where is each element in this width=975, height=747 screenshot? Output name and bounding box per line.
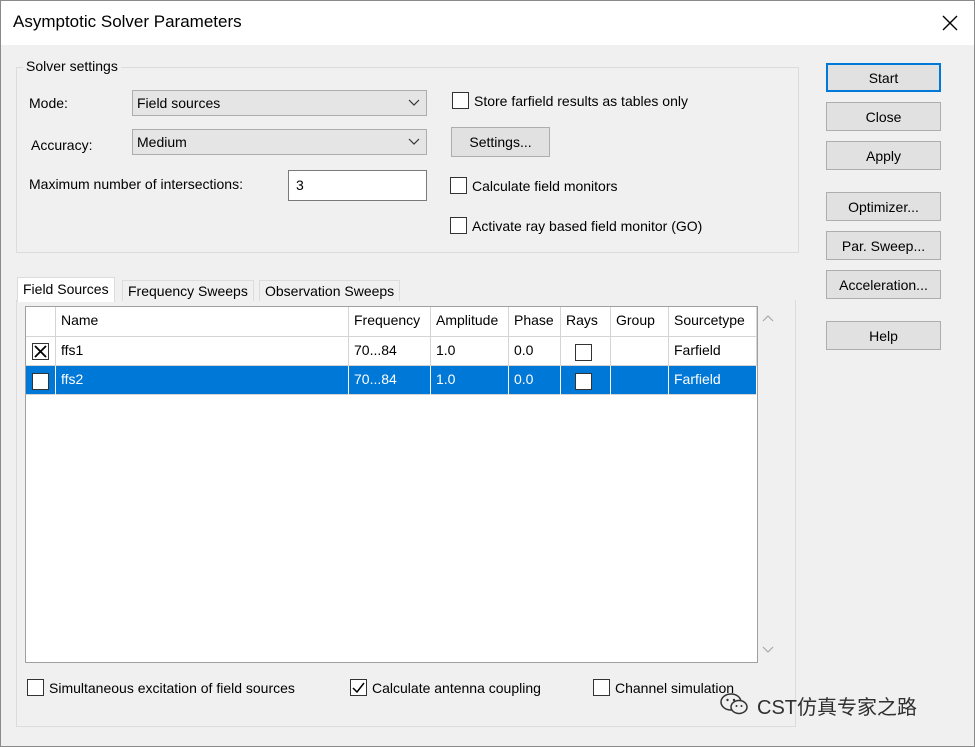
row-phase-cell[interactable]: 0.0: [509, 366, 561, 395]
chevron-down-icon: [408, 138, 420, 145]
column-header-rays[interactable]: Rays: [561, 307, 611, 337]
row-enabled-checkbox[interactable]: [32, 343, 49, 360]
row-rays-checkbox[interactable]: [575, 373, 592, 390]
store-farfield-checkbox[interactable]: [452, 92, 469, 109]
calc-field-monitors-label: Calculate field monitors: [472, 178, 618, 194]
column-header-frequency[interactable]: Frequency: [349, 307, 431, 337]
max-intersections-value: 3: [296, 177, 304, 193]
watermark-text: CST仿真专家之路: [757, 697, 917, 719]
checkbox-x-icon: [34, 345, 47, 358]
tab-frequency-sweeps[interactable]: Frequency Sweeps: [122, 280, 254, 301]
accuracy-label: Accuracy:: [31, 137, 93, 153]
calc-field-monitors-checkbox[interactable]: [450, 177, 467, 194]
simultaneous-excitation-label: Simultaneous excitation of field sources: [49, 680, 295, 696]
column-header-sourcetype[interactable]: Sourcetype: [669, 307, 757, 337]
row-sourcetype-cell[interactable]: Farfield: [669, 337, 757, 366]
row-enabled-cell[interactable]: [26, 366, 56, 395]
column-header-group[interactable]: Group: [611, 307, 669, 337]
acceleration-button[interactable]: Acceleration...: [826, 270, 941, 299]
antenna-coupling-checkbox[interactable]: [350, 679, 367, 696]
row-amplitude-cell[interactable]: 1.0: [431, 337, 509, 366]
row-frequency-cell[interactable]: 70...84: [349, 366, 431, 395]
row-group-cell[interactable]: [611, 337, 669, 366]
store-farfield-label: Store farfield results as tables only: [474, 93, 688, 109]
scroll-up-icon[interactable]: [762, 314, 774, 322]
mode-select[interactable]: Field sources: [132, 90, 427, 116]
accuracy-value: Medium: [137, 134, 187, 150]
optimizer-button[interactable]: Optimizer...: [826, 192, 941, 221]
max-intersections-input[interactable]: 3: [288, 170, 427, 201]
wechat-icon: [720, 693, 748, 715]
channel-simulation-checkbox[interactable]: [593, 679, 610, 696]
channel-simulation-label: Channel simulation: [615, 680, 735, 696]
field-sources-table[interactable]: Name Frequency Amplitude Phase Rays Grou…: [25, 306, 758, 663]
row-group-cell[interactable]: [611, 366, 669, 395]
solver-settings-label: Solver settings: [23, 58, 121, 74]
checkmark-icon: [352, 682, 365, 694]
row-phase-cell[interactable]: 0.0: [509, 337, 561, 366]
settings-button[interactable]: Settings...: [451, 127, 550, 157]
start-button[interactable]: Start: [826, 63, 941, 92]
par-sweep-button[interactable]: Par. Sweep...: [826, 231, 941, 260]
row-rays-cell[interactable]: [561, 337, 611, 366]
dialog-window: Asymptotic Solver Parameters Solver sett…: [0, 0, 975, 747]
apply-button[interactable]: Apply: [826, 141, 941, 170]
simultaneous-excitation-checkbox[interactable]: [27, 679, 44, 696]
title-bar: Asymptotic Solver Parameters: [1, 1, 974, 45]
row-sourcetype-cell[interactable]: Farfield: [669, 366, 757, 395]
chevron-down-icon: [408, 99, 420, 106]
row-name-cell[interactable]: ffs1: [56, 337, 349, 366]
activate-ray-label: Activate ray based field monitor (GO): [472, 218, 703, 234]
row-enabled-cell[interactable]: [26, 337, 56, 366]
close-window-button[interactable]: [931, 7, 969, 39]
close-button[interactable]: Close: [826, 102, 941, 131]
column-header-name[interactable]: Name: [56, 307, 349, 337]
row-name-cell[interactable]: ffs2: [56, 366, 349, 395]
activate-ray-checkbox[interactable]: [450, 217, 467, 234]
row-frequency-cell[interactable]: 70...84: [349, 337, 431, 366]
row-rays-checkbox[interactable]: [575, 344, 592, 361]
close-icon: [942, 15, 958, 31]
row-amplitude-cell[interactable]: 1.0: [431, 366, 509, 395]
mode-value: Field sources: [137, 95, 221, 111]
column-header-enabled[interactable]: [26, 307, 56, 337]
help-button[interactable]: Help: [826, 321, 941, 350]
antenna-coupling-label: Calculate antenna coupling: [372, 680, 541, 696]
tab-observation-sweeps[interactable]: Observation Sweeps: [259, 280, 401, 301]
row-rays-cell[interactable]: [561, 366, 611, 395]
row-enabled-checkbox[interactable]: [32, 373, 49, 390]
tab-field-sources[interactable]: Field Sources: [17, 277, 115, 302]
accuracy-select[interactable]: Medium: [132, 129, 427, 155]
mode-label: Mode:: [29, 95, 68, 111]
column-header-phase[interactable]: Phase: [509, 307, 561, 337]
scroll-down-icon[interactable]: [762, 646, 774, 654]
window-title: Asymptotic Solver Parameters: [13, 12, 242, 31]
max-intersections-label: Maximum number of intersections:: [29, 176, 243, 192]
column-header-amplitude[interactable]: Amplitude: [431, 307, 509, 337]
